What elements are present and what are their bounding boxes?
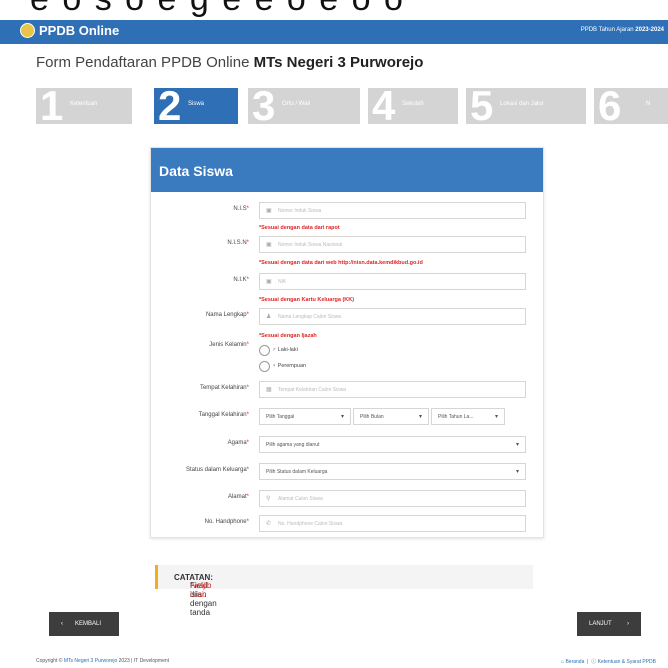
terms-link[interactable]: Ketentuan & Syarat PPDB [598, 659, 656, 665]
nis-input[interactable]: ▣ Nomor Induk Siswa [259, 202, 526, 219]
school-logo-icon [20, 23, 35, 38]
nik-hint: *Sesuai dengan Kartu Keluarga (KK) [259, 297, 355, 303]
hp-input[interactable]: ✆ No. Handphone Calon Siswa [259, 515, 526, 532]
status-select[interactable]: Pilih Status dalam Keluarga ▾ [259, 463, 526, 480]
chevron-left-icon: ‹ [61, 621, 63, 627]
nisn-input[interactable]: ▣ Nomor Induk Siswa Nasional [259, 236, 526, 253]
page-title: Form Pendaftaran PPDB Online MTs Negeri … [36, 54, 424, 71]
nisn-label: N.I.S.N* [227, 240, 249, 246]
month-select[interactable]: Pilih Bulan ▾ [353, 408, 429, 425]
status-label: Status dalam Keluarga* [185, 467, 249, 473]
wizard-steps: 1 Ketentuan 2 Siswa 3 Ortu / Wali 4 Seko… [36, 84, 668, 128]
alamat-label: Alamat* [227, 494, 249, 500]
brand-name: PPDB Online [39, 23, 120, 38]
gender-label: Jenis Kelamin* [209, 342, 249, 348]
nis-hint: *Sesuai dengan data dari rapot [259, 225, 340, 231]
nik-label: N.I.K* [233, 277, 249, 283]
phone-icon: ✆ [266, 521, 272, 527]
back-button[interactable]: ‹ KEMBALI [49, 612, 119, 636]
nama-input[interactable]: ♟ Nama Lengkap Calon Siswa [259, 308, 526, 325]
nama-label: Nama Lengkap* [205, 312, 249, 318]
brand[interactable]: PPDB Online [20, 23, 119, 38]
step-siswa[interactable]: 2 Siswa [154, 84, 238, 128]
id-card-icon: ▣ [266, 279, 272, 285]
info-icon: ⓘ [591, 659, 597, 665]
id-card-icon: ▣ [266, 242, 272, 248]
gender-male-radio[interactable] [259, 345, 270, 356]
chevron-down-icon: ▾ [494, 414, 498, 420]
home-icon: ⌂ [561, 659, 565, 665]
school-link[interactable]: MTs Negeri 3 Purworejo [64, 658, 117, 664]
tempat-label: Tempat Kelahiran* [199, 385, 249, 391]
agama-label: Agama* [227, 440, 249, 446]
required-note: CATATAN: Field isian dengan tanda *wajib… [155, 565, 533, 617]
gender-female-radio[interactable] [259, 361, 270, 372]
day-select[interactable]: Pilih Tanggal ▾ [259, 408, 351, 425]
next-button[interactable]: LANJUT › [577, 612, 641, 636]
chevron-right-icon: › [627, 621, 629, 627]
gender-male-label: ♂ Laki-laki [272, 347, 298, 353]
footer-links: ⌂ Beranda | ⓘ Ketentuan & Syarat PPDB [561, 659, 656, 665]
alamat-input[interactable]: ⚲ Alamat Calon Siswa [259, 490, 526, 507]
card-title: Data Siswa [159, 163, 233, 179]
step-sekolah[interactable]: 4 Sekolah [368, 84, 458, 128]
id-card-icon: ▣ [266, 208, 272, 214]
hp-label: No. Handphone* [204, 519, 249, 525]
tempat-input[interactable]: ▦ Tempat Kelahiran Calon Siswa [259, 381, 526, 398]
home-link[interactable]: Beranda [565, 659, 584, 665]
chevron-down-icon: ▾ [340, 414, 344, 420]
step-ketentuan[interactable]: 1 Ketentuan [36, 84, 132, 128]
user-icon: ♟ [266, 314, 272, 320]
nisn-hint: *Sesuai dengan data dari web http://nisn… [259, 260, 423, 266]
chevron-down-icon: ▾ [515, 469, 519, 475]
tanggal-label: Tanggal Kelahiran* [198, 412, 249, 418]
map-pin-icon: ⚲ [266, 496, 271, 502]
chevron-down-icon: ▾ [418, 414, 422, 420]
year-select[interactable]: Pilih Tahun La... ▾ [431, 408, 505, 425]
student-data-card: Data Siswa N.I.S* ▣ Nomor Induk Siswa *S… [150, 147, 544, 538]
nik-input[interactable]: ▣ NIK [259, 273, 526, 290]
step-6[interactable]: 6 N [594, 84, 668, 128]
nis-label: N.I.S* [233, 206, 249, 212]
card-header: Data Siswa [151, 148, 543, 192]
agama-select[interactable]: Pilih agama yang dianut ▾ [259, 436, 526, 453]
nama-hint: *Sesuai dengan Ijazah [259, 333, 317, 339]
partial-heading: e o s o e g e e o e o o [0, 0, 668, 20]
building-icon: ▦ [266, 387, 272, 393]
school-year: PPDB Tahun Ajaran 2023-2024 [580, 27, 664, 33]
step-ortu-wali[interactable]: 3 Ortu / Wali [248, 84, 360, 128]
navbar: PPDB Online PPDB Tahun Ajaran 2023-2024 [0, 20, 668, 44]
gender-female-label: ♀ Perempuan [272, 363, 307, 369]
footer-copyright: Copyright © MTs Negeri 3 Purworejo 2023 … [36, 658, 170, 664]
chevron-down-icon: ▾ [515, 442, 519, 448]
step-lokasi-jalur[interactable]: 5 Lokasi dan Jalur [466, 84, 586, 128]
